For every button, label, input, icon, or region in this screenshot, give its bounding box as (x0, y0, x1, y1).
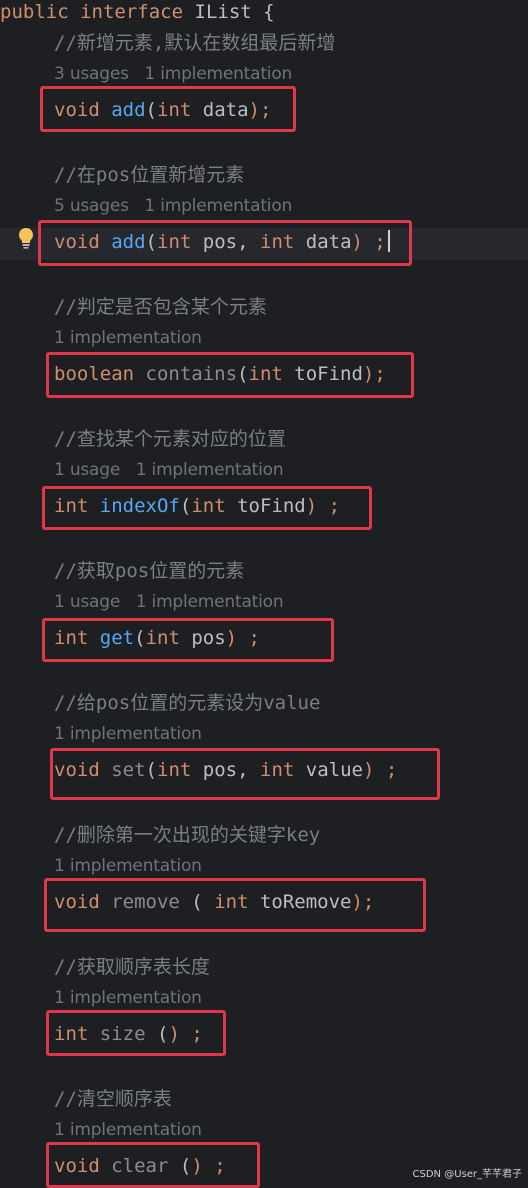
usages-hint[interactable]: 1 implementation (0, 988, 528, 1008)
lightbulb-icon[interactable] (17, 226, 35, 250)
doc-comment: //查找某个元素对应的位置 (54, 428, 286, 450)
doc-comment: //给pos位置的元素设为value (54, 692, 321, 714)
doc-comment: //删除第一次出现的关键字key (54, 824, 321, 846)
interface-declaration[interactable]: public interface IList { (0, 0, 528, 24)
doc-comment: //新增元素,默认在数组最后新增 (54, 32, 336, 54)
annotation-highlight-box (42, 486, 372, 530)
annotation-highlight-box (42, 618, 334, 662)
usages-hint[interactable]: 1 implementation (0, 724, 528, 744)
usages-hint[interactable]: 5 usages 1 implementation (0, 196, 528, 216)
interface-name[interactable]: IList (195, 1, 252, 23)
annotation-highlight-box (46, 1142, 260, 1188)
doc-comment: //清空顺序表 (54, 1088, 172, 1110)
watermark: CSDN @User_芊芊君子 (412, 1169, 522, 1180)
open-brace: { (263, 1, 275, 23)
doc-comment: //在pos位置新增元素 (54, 164, 245, 186)
annotation-highlight-box (50, 748, 440, 800)
doc-comment: //获取pos位置的元素 (54, 560, 245, 582)
doc-comment: //获取顺序表长度 (54, 956, 210, 978)
usages-hint[interactable]: 1 implementation (0, 328, 528, 348)
annotation-highlight-box (38, 220, 412, 266)
usages-hint[interactable]: 1 usage 1 implementation (0, 460, 528, 480)
usages-hint[interactable]: 1 usage 1 implementation (0, 592, 528, 612)
annotation-highlight-box (44, 878, 426, 932)
interface-keyword: interface (80, 1, 184, 23)
doc-comment: //判定是否包含某个元素 (54, 296, 267, 318)
annotation-highlight-box (46, 352, 414, 398)
annotation-highlight-box (46, 1010, 226, 1056)
usages-hint[interactable]: 1 implementation (0, 856, 528, 876)
usages-hint[interactable]: 1 implementation (0, 1120, 528, 1140)
usages-hint[interactable]: 3 usages 1 implementation (0, 64, 528, 84)
public-keyword: public (0, 1, 69, 23)
annotation-highlight-box (40, 86, 296, 132)
